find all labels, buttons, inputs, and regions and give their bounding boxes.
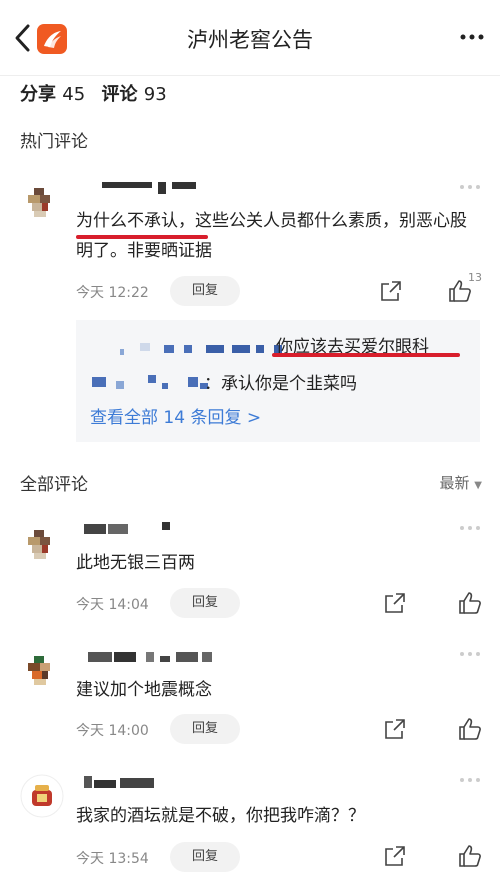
replies-box: 你应该去买爱尔眼科 ：承认你是个韭菜吗 查看全部 14 条回复 > [76,320,480,442]
more-dots-icon[interactable] [458,524,482,532]
more-dots-icon[interactable] [458,22,486,52]
more-dots-icon[interactable] [458,650,482,658]
red-underline-mark [76,235,208,239]
comment-label[interactable]: 评论 [101,84,137,105]
thumb-up-icon[interactable] [458,717,482,741]
username-blurred [76,776,176,788]
share-icon[interactable] [380,280,402,302]
all-comments-title: 全部评论 [20,475,88,495]
top-nav-bar: 泸州老窖公告 [0,0,500,76]
reply-button[interactable]: 回复 [170,276,240,306]
comment-time: 今天 14:04 [76,597,149,613]
comment-text-highlight: 为什么不承认 [76,211,178,231]
share-label[interactable]: 分享 [20,84,56,105]
comment-text: 建议加个地震概念 [76,680,212,700]
more-dots-icon[interactable] [458,183,482,191]
page-title: 泸州老窖公告 [187,28,313,52]
stats-bar: 分享 45 评论 93 [20,80,177,106]
like-count: 13 [468,271,482,284]
more-dots-icon[interactable] [458,776,482,784]
hot-comments-title: 热门评论 [20,132,88,152]
reply-username-blurred [92,375,212,389]
comment-time: 今天 14:00 [76,723,149,739]
thumb-up-icon[interactable] [458,844,482,868]
sort-label: 最新 [439,474,470,492]
avatar[interactable] [20,522,64,566]
comment-text: 此地无银三百两 [76,553,195,573]
comment-time: 今天 13:54 [76,851,149,867]
red-underline-mark [272,353,460,357]
reply-content: 承认你是个韭菜吗 [221,374,357,394]
share-icon[interactable] [384,592,406,614]
chevron-down-icon: ▼ [474,480,482,491]
sort-dropdown[interactable]: 最新 ▼ [440,472,483,493]
reply-button[interactable]: 回复 [170,714,240,744]
reply-button[interactable]: 回复 [170,842,240,872]
avatar[interactable] [20,648,64,692]
comment-time: 今天 12:22 [76,285,149,301]
reply-colon: ： [204,374,221,394]
view-all-replies-link[interactable]: 查看全部 14 条回复 > [90,403,261,428]
reply-button[interactable]: 回复 [170,588,240,618]
avatar[interactable] [20,774,64,818]
username-blurred [76,522,186,534]
username-blurred [76,650,216,662]
share-icon[interactable] [384,718,406,740]
avatar[interactable] [20,180,64,224]
thumb-up-icon[interactable] [458,591,482,615]
reply-text: ：承认你是个韭菜吗 [204,369,357,394]
share-count: 45 [62,84,86,105]
username-blurred [76,182,216,194]
comment-text: 我家的酒坛就是不破，你把我咋滴？？ [76,806,365,826]
reply-username-blurred [106,343,296,355]
comment-count: 93 [143,84,167,105]
share-icon[interactable] [384,845,406,867]
